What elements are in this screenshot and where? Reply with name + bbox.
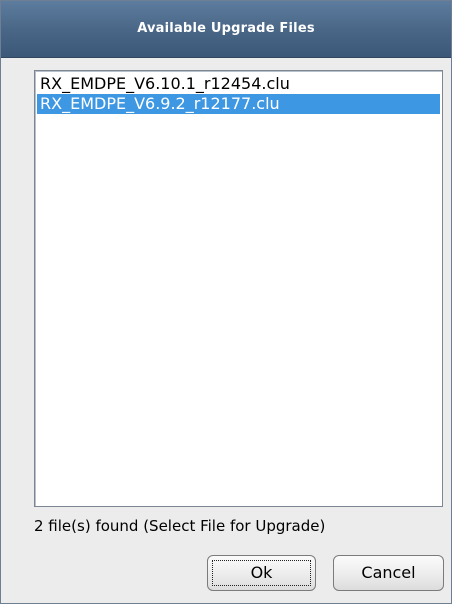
ok-button-label: Ok: [250, 563, 273, 582]
ok-button[interactable]: Ok: [207, 555, 316, 591]
cancel-button[interactable]: Cancel: [333, 555, 444, 591]
file-list[interactable]: RX_EMDPE_V6.10.1_r12454.clu RX_EMDPE_V6.…: [34, 70, 443, 507]
cancel-button-label: Cancel: [361, 563, 416, 582]
dialog-title: Available Upgrade Files: [137, 21, 315, 36]
file-list-item-selected[interactable]: RX_EMDPE_V6.9.2_r12177.clu: [37, 94, 440, 114]
title-bar[interactable]: Available Upgrade Files: [1, 1, 451, 58]
file-list-item[interactable]: RX_EMDPE_V6.10.1_r12454.clu: [37, 74, 440, 94]
upgrade-files-dialog: Available Upgrade Files RX_EMDPE_V6.10.1…: [0, 0, 452, 604]
status-text: 2 file(s) found (Select File for Upgrade…: [34, 517, 326, 535]
